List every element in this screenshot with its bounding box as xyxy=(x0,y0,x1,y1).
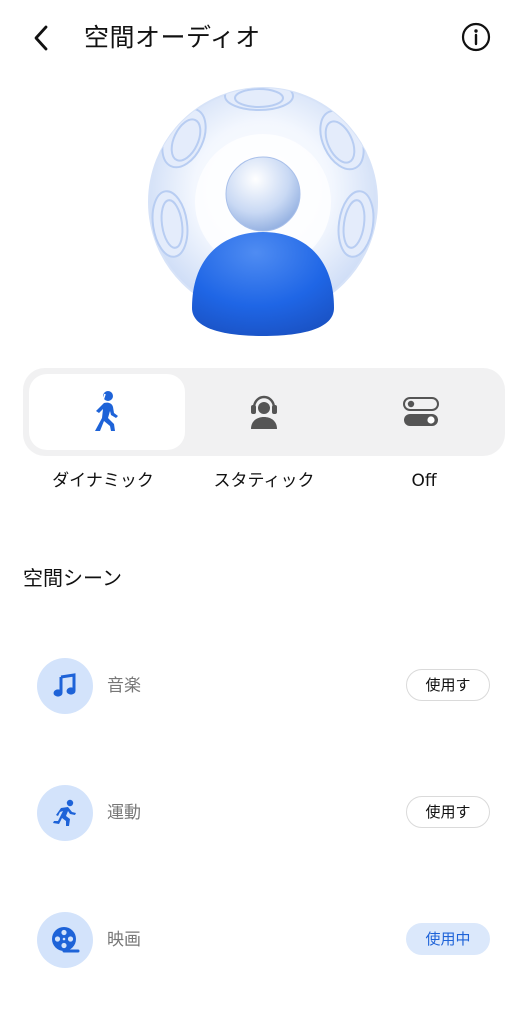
mode-label-dynamic: ダイナミック xyxy=(52,471,154,491)
spatial-audio-illustration xyxy=(140,76,386,346)
use-music-scene-button[interactable]: 使用す xyxy=(406,669,490,701)
chevron-left-icon xyxy=(34,25,48,51)
walking-person-icon xyxy=(95,391,118,431)
use-exercise-scene-button[interactable]: 使用す xyxy=(406,796,490,828)
spatial-mode-selector xyxy=(23,368,505,456)
scene-label-movie: 映画 xyxy=(107,930,141,950)
mode-label-off: Off xyxy=(411,471,437,491)
music-note-icon xyxy=(53,673,76,697)
back-button[interactable] xyxy=(22,18,62,58)
movie-scene-in-use-button[interactable]: 使用中 xyxy=(406,923,490,955)
mode-tab-static[interactable] xyxy=(186,374,342,450)
spatial-audio-person-sphere-illustration xyxy=(148,87,378,336)
section-title-spatial-scenes: 空間シーン xyxy=(23,566,122,590)
scene-label-exercise: 運動 xyxy=(107,803,141,823)
scene-label-music: 音楽 xyxy=(107,676,141,696)
headphones-person-icon xyxy=(251,395,277,429)
scene-icon-movie xyxy=(37,912,93,968)
top-app-bar: 空間オーディオ xyxy=(0,0,527,76)
page-title: 空間オーディオ xyxy=(84,23,261,52)
info-button[interactable] xyxy=(456,17,496,57)
mode-label-static: スタティック xyxy=(213,471,315,491)
mode-tab-dynamic[interactable] xyxy=(29,374,185,450)
scene-icon-exercise xyxy=(37,785,93,841)
scene-row-exercise: 運動 使用す xyxy=(0,768,527,858)
info-circle-icon xyxy=(461,22,491,52)
scene-row-movie: 映画 使用中 xyxy=(0,895,527,985)
running-person-icon xyxy=(53,799,76,826)
mode-tab-off[interactable] xyxy=(343,374,499,450)
scene-row-music: 音楽 使用す xyxy=(0,641,527,731)
film-reel-icon xyxy=(52,927,80,953)
toggle-switches-icon xyxy=(403,397,439,426)
scene-icon-music xyxy=(37,658,93,714)
